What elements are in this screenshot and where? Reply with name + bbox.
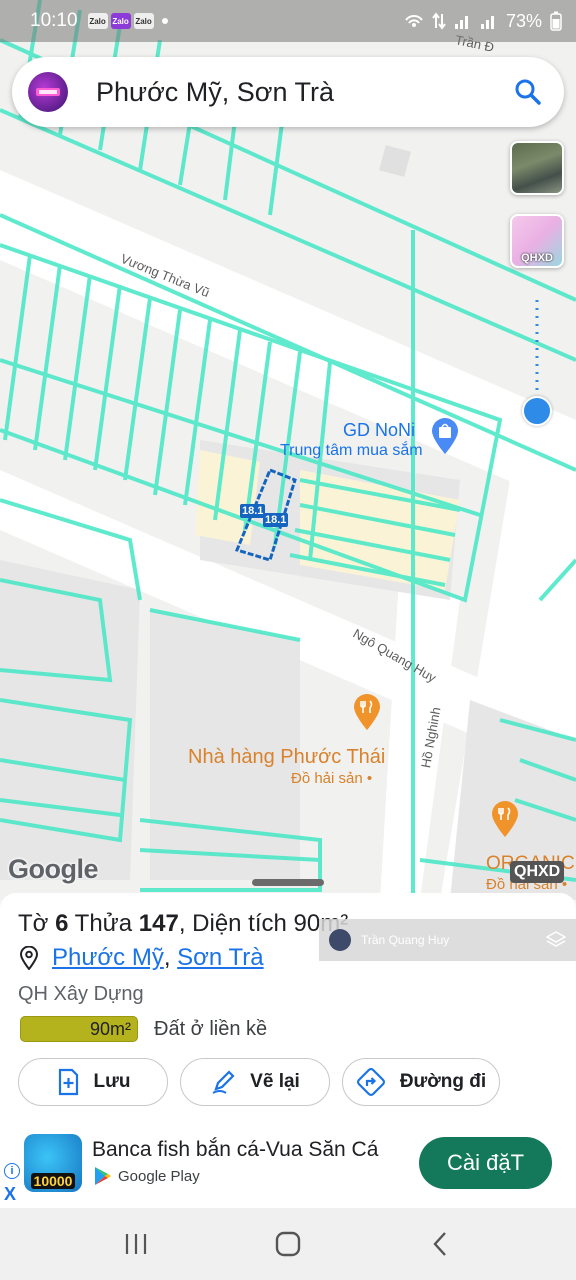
notification-dot-icon bbox=[161, 18, 168, 24]
ad-store: Google Play bbox=[94, 1166, 200, 1186]
ad-title[interactable]: Banca fish bắn cá-Vua Săn Cá bbox=[92, 1138, 378, 1162]
map-view[interactable]: Trần Đ Vương Thừa Vũ Ngô Quang Huy Hồ Ng… bbox=[0, 0, 576, 900]
qhxd-badge: QHXD bbox=[510, 861, 565, 883]
signal-icon bbox=[480, 16, 494, 29]
directions-button[interactable]: Đường đi bbox=[342, 1058, 500, 1106]
poi-noni-name[interactable]: GD NoNi bbox=[343, 420, 415, 441]
parcel-tag[interactable]: 18.1 bbox=[240, 504, 266, 518]
google-logo: Google bbox=[8, 854, 99, 884]
parcel-location: Phước Mỹ, Sơn Trà bbox=[18, 944, 264, 972]
search-bar[interactable]: Phước Mỹ, Sơn Trà bbox=[12, 57, 564, 127]
ward-link[interactable]: Phước Mỹ bbox=[52, 944, 164, 972]
hotspot-icon bbox=[405, 15, 423, 27]
location-separator: , bbox=[163, 944, 171, 971]
poi-noni-category: Trung tâm mua sắm bbox=[280, 442, 423, 459]
battery-icon bbox=[550, 11, 562, 31]
home-button[interactable] bbox=[258, 1214, 318, 1274]
area-badge: 90m² bbox=[20, 1016, 138, 1042]
planning-layer-button[interactable]: QHXD bbox=[510, 214, 564, 268]
recent-apps-icon bbox=[125, 1234, 147, 1254]
title-mid: Thửa bbox=[68, 910, 139, 937]
ad-close-icon[interactable]: X bbox=[4, 1184, 16, 1205]
parcel-title: Tờ 6 Thửa 147, Diện tích 90m² bbox=[18, 910, 348, 938]
google-play-icon bbox=[95, 1167, 111, 1185]
action-buttons: Lưu Vẽ lại Đường đi bbox=[18, 1058, 500, 1106]
sheet-drag-handle[interactable] bbox=[252, 879, 324, 886]
layers-logo-icon bbox=[546, 931, 566, 947]
watermark: Trần Quang Huy bbox=[319, 919, 576, 961]
title-prefix: Tờ bbox=[18, 910, 56, 937]
poi-phuoc-thai-name[interactable]: Nhà hàng Phước Thái bbox=[188, 746, 385, 769]
status-time: 10:10 bbox=[30, 10, 78, 31]
land-use-row: 90m² Đất ở liền kề bbox=[20, 1016, 267, 1042]
search-icon bbox=[515, 79, 541, 105]
avatar[interactable] bbox=[28, 72, 68, 112]
pencil-icon bbox=[212, 1070, 235, 1094]
shopping-bag-icon[interactable] bbox=[430, 417, 460, 460]
poi-phuoc-thai-category: Đồ hải sản • bbox=[291, 770, 373, 787]
zalo-icon: Zalo bbox=[133, 13, 154, 29]
back-icon bbox=[433, 1232, 446, 1256]
watermark-name: Trần Quang Huy bbox=[361, 933, 450, 947]
land-use-label: Đất ở liền kề bbox=[154, 1017, 268, 1040]
bookmark-add-icon bbox=[58, 1068, 78, 1096]
plot-number: 147 bbox=[138, 910, 179, 937]
redraw-button[interactable]: Vẽ lại bbox=[180, 1058, 330, 1106]
ad-icon-text: 10000 bbox=[30, 1173, 76, 1189]
back-button[interactable] bbox=[410, 1214, 470, 1274]
redraw-label: Vẽ lại bbox=[250, 1071, 300, 1092]
directions-icon bbox=[356, 1068, 385, 1096]
recent-apps-button[interactable] bbox=[106, 1214, 166, 1274]
system-nav-bar bbox=[0, 1208, 576, 1280]
home-icon bbox=[275, 1231, 301, 1257]
directions-label: Đường đi bbox=[399, 1071, 487, 1092]
zalo-icon: Zalo bbox=[110, 13, 131, 29]
install-button[interactable]: Cài đặT bbox=[419, 1137, 552, 1189]
restaurant-icon-2[interactable] bbox=[490, 800, 520, 843]
save-label: Lưu bbox=[93, 1071, 131, 1092]
parcel-tag[interactable]: 18.1 bbox=[263, 513, 289, 527]
location-pin-icon bbox=[19, 946, 39, 970]
battery-percent: 73% bbox=[505, 10, 542, 31]
search-button[interactable] bbox=[508, 72, 548, 112]
ad-store-label: Google Play bbox=[118, 1167, 200, 1185]
data-arrows-icon bbox=[432, 12, 446, 30]
district-link[interactable]: Sơn Trà bbox=[177, 944, 263, 972]
avatar-logo-icon bbox=[36, 88, 60, 96]
save-button[interactable]: Lưu bbox=[18, 1058, 168, 1106]
status-app-icons: Zalo Zalo Zalo bbox=[87, 13, 154, 29]
signal-icon bbox=[454, 16, 468, 29]
title-area-prefix: , Diện tích bbox=[178, 910, 294, 937]
sheet-number: 6 bbox=[55, 910, 69, 937]
satellite-layer-button[interactable] bbox=[510, 141, 564, 195]
status-right: 73% bbox=[404, 11, 562, 32]
zalo-icon: Zalo bbox=[87, 13, 108, 29]
planning-layer-label: QHXD bbox=[521, 252, 553, 264]
restaurant-icon[interactable] bbox=[352, 693, 382, 736]
app-root: Trần Đ Vương Thừa Vũ Ngô Quang Huy Hồ Ng… bbox=[0, 0, 576, 1280]
ad-app-icon[interactable]: 10000 bbox=[24, 1134, 82, 1192]
ad-info-icon[interactable]: i bbox=[4, 1163, 20, 1179]
search-query[interactable]: Phước Mỹ, Sơn Trà bbox=[96, 77, 508, 108]
planning-type: QH Xây Dựng bbox=[18, 983, 144, 1005]
status-bar: 10:10 Zalo Zalo Zalo 73% bbox=[0, 0, 576, 42]
watermark-avatar bbox=[329, 929, 351, 951]
current-location-dot[interactable] bbox=[522, 396, 552, 426]
